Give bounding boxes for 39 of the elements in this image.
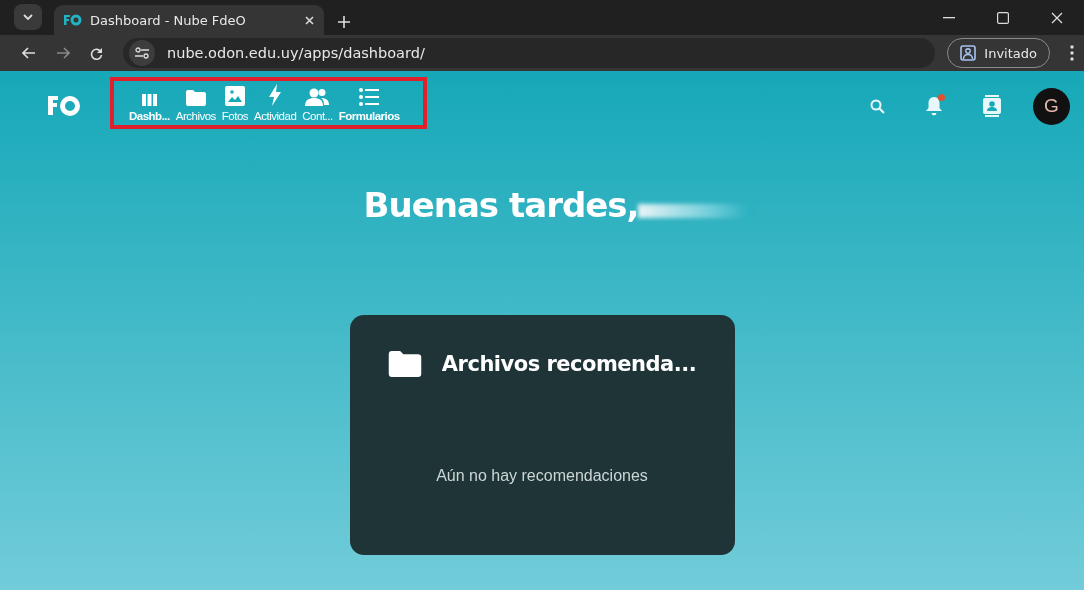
- app-nav-item[interactable]: Dashb...: [126, 84, 173, 122]
- folder-icon: [387, 351, 422, 377]
- card-title: Archivos recomenda...: [441, 352, 697, 376]
- chevron-down-icon: [23, 14, 33, 20]
- menu-icon[interactable]: [1070, 45, 1074, 61]
- contact-card-icon[interactable]: [983, 95, 1001, 117]
- image-icon: [224, 86, 245, 106]
- maximize-icon[interactable]: [997, 11, 1009, 24]
- app-nav-item[interactable]: Cont...: [299, 84, 336, 122]
- user-avatar[interactable]: G: [1033, 87, 1070, 125]
- browser-tab[interactable]: Dashboard - Nube FdeO: [54, 5, 324, 35]
- site-logo-icon: [64, 14, 82, 26]
- app-nav-item[interactable]: Actividad: [251, 84, 300, 122]
- list-icon: [359, 88, 380, 106]
- greeting-heading: Buenas tardes,: [363, 185, 639, 225]
- address-bar[interactable]: nube.odon.edu.uy/apps/dashboard/: [123, 38, 936, 68]
- close-icon[interactable]: [1051, 11, 1063, 24]
- people-icon: [305, 88, 330, 106]
- close-icon[interactable]: [305, 15, 314, 25]
- search-icon[interactable]: [870, 98, 885, 114]
- empty-message: Aún no hay recomendaciones: [436, 467, 648, 485]
- app-nav-item[interactable]: Formularios: [335, 84, 403, 122]
- notifications-icon[interactable]: [925, 96, 943, 116]
- folder-icon: [185, 90, 206, 106]
- site-logo[interactable]: [48, 94, 82, 118]
- forward-arrow-icon[interactable]: [56, 47, 70, 59]
- person-badge-icon: [960, 45, 977, 61]
- reload-icon[interactable]: [90, 46, 103, 60]
- app-nav-item[interactable]: Archivos: [172, 84, 219, 122]
- minimize-icon[interactable]: [943, 16, 955, 19]
- tab-title: Dashboard - Nube FdeO: [90, 12, 247, 28]
- lightning-icon: [268, 84, 283, 106]
- url-text: nube.odon.edu.uy/apps/dashboard/: [167, 45, 425, 61]
- app-nav-item[interactable]: Fotos: [218, 84, 252, 122]
- new-tab-icon[interactable]: [338, 16, 350, 28]
- columns-icon: [141, 94, 157, 106]
- site-settings-icon[interactable]: [135, 47, 149, 59]
- tab-list-button[interactable]: [14, 4, 42, 30]
- back-arrow-icon[interactable]: [22, 47, 36, 59]
